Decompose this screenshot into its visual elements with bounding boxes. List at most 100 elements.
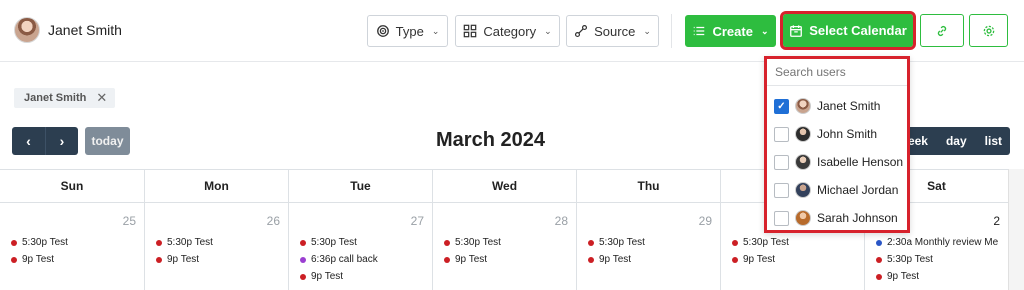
filter-chip: Janet Smith ✕ [14,88,116,108]
event-dot-icon [732,239,738,246]
event-dot-icon [300,256,306,263]
next-month-button[interactable]: › [45,127,78,155]
calendar-title: March 2024 [436,129,545,151]
calendar-event[interactable]: 9p Test [11,254,54,265]
calendar-event[interactable]: 9p Test [444,254,487,265]
calendar-event[interactable]: 9p Test [300,271,343,282]
grid-icon [464,24,477,38]
settings-button[interactable] [969,14,1008,47]
user-option-label: Isabelle Henson [817,155,904,169]
event-label: 6:36p call back [311,254,378,265]
create-button[interactable]: Create ⌄ [685,15,776,47]
event-label: 9p Test [167,254,200,265]
day-cell-mon[interactable]: 26 5:30p Test 9p Test [145,203,289,290]
category-filter-button[interactable]: Category ⌄ [455,15,560,47]
user-option-janet-smith[interactable]: ✓ Janet Smith [767,92,907,120]
close-icon[interactable]: ✕ [96,90,107,106]
user-avatar [795,154,811,170]
today-button[interactable]: today [85,127,130,155]
day-header-mon: Mon [145,170,289,203]
day-cell-wed[interactable]: 28 5:30p Test 9p Test [433,203,577,290]
event-label: 9p Test [887,271,920,282]
dropdown-divider [767,85,907,86]
day-number: 29 [698,214,712,228]
prev-month-button[interactable]: ‹ [12,127,45,155]
checkbox-icon[interactable] [774,154,789,170]
calendar-event[interactable]: 9p Test [732,254,775,265]
event-dot-icon [588,239,594,246]
event-dot-icon [876,239,882,246]
view-list-button[interactable]: list [985,134,1002,148]
calendar-event[interactable]: 5:30p Test [444,237,501,248]
day-cell-sun[interactable]: 25 5:30p Test 9p Test [0,203,145,290]
calendar-event[interactable]: 5:30p Test [300,237,357,248]
calendar-event[interactable]: 5:30p Test [11,237,68,248]
calendar-event[interactable]: 2:30a Monthly review Me [876,237,998,248]
calendar-event[interactable]: 5:30p Test [876,254,933,265]
event-dot-icon [876,273,882,280]
user-option-sarah-johnson[interactable]: Sarah Johnson [767,204,907,232]
day-header-tue: Tue [289,170,433,203]
select-calendar-button[interactable]: Select Calendar [780,11,916,50]
day-header-thu: Thu [577,170,721,203]
gear-icon [983,25,994,36]
event-dot-icon [156,239,162,246]
toolbar-divider [671,14,672,48]
user-avatar [14,17,40,43]
event-dot-icon [588,256,594,263]
chevron-down-icon: ⌄ [431,25,440,36]
event-dot-icon [300,273,306,280]
checkbox-icon[interactable] [774,126,789,142]
filter-chip-label: Janet Smith [24,92,87,104]
event-dot-icon [156,256,162,263]
calendar-event[interactable]: 5:30p Test [732,237,789,248]
calendar-event[interactable]: 5:30p Test [156,237,213,248]
event-label: 5:30p Test [887,254,933,265]
user-avatar [795,98,811,114]
type-filter-button[interactable]: Type ⌄ [367,15,448,47]
day-number: 25 [122,214,136,228]
event-dot-icon [444,256,450,263]
user-option-john-smith[interactable]: John Smith [767,120,907,148]
select-calendar-label: Select Calendar [809,23,907,38]
event-dot-icon [11,239,17,246]
link-icon [937,25,947,36]
calendar-icon [790,24,803,37]
calendar-event[interactable]: 9p Test [588,254,631,265]
event-dot-icon [876,256,882,263]
list-icon [694,26,705,36]
checkbox-icon[interactable] [774,210,789,226]
user-option-michael-jordan[interactable]: Michael Jordan [767,176,907,204]
user-option-label: Michael Jordan [817,183,899,197]
day-header-sun: Sun [0,170,145,203]
source-filter-button[interactable]: Source ⌄ [566,15,659,47]
day-number: 28 [554,214,568,228]
event-label: 2:30a Monthly review Me [887,237,999,248]
event-label: 9p Test [22,254,55,265]
checkbox-icon[interactable] [774,182,789,198]
chevron-left-icon: ‹ [26,133,31,149]
event-dot-icon [444,239,450,246]
calendar-event[interactable]: 6:36p call back [300,254,378,265]
user-option-isabelle-henson[interactable]: Isabelle Henson [767,148,907,176]
select-calendar-dropdown: ✓ Janet Smith John Smith Isabelle Henson… [764,56,910,233]
calendar-event[interactable]: 5:30p Test [588,237,645,248]
day-cell-tue[interactable]: 27 5:30p Test 6:36p call back 9p Test [289,203,433,290]
event-label: 9p Test [455,254,488,265]
user-profile[interactable]: Janet Smith [14,17,122,43]
calendar-event[interactable]: 9p Test [876,271,919,282]
vertical-scrollbar[interactable] [1008,169,1024,290]
event-label: 5:30p Test [311,237,357,248]
user-name: Janet Smith [48,22,122,38]
day-number: 27 [410,214,424,228]
checkbox-checked-icon[interactable]: ✓ [774,98,789,114]
calendar-event[interactable]: 9p Test [156,254,199,265]
chevron-right-icon: › [59,133,65,149]
day-cell-thu[interactable]: 29 5:30p Test 9p Test [577,203,721,290]
event-label: 5:30p Test [22,237,68,248]
user-option-label: Sarah Johnson [817,211,898,225]
user-option-label: John Smith [817,127,878,141]
search-users-input[interactable] [767,59,907,85]
view-day-button[interactable]: day [946,134,967,148]
copy-link-button[interactable] [920,14,964,47]
